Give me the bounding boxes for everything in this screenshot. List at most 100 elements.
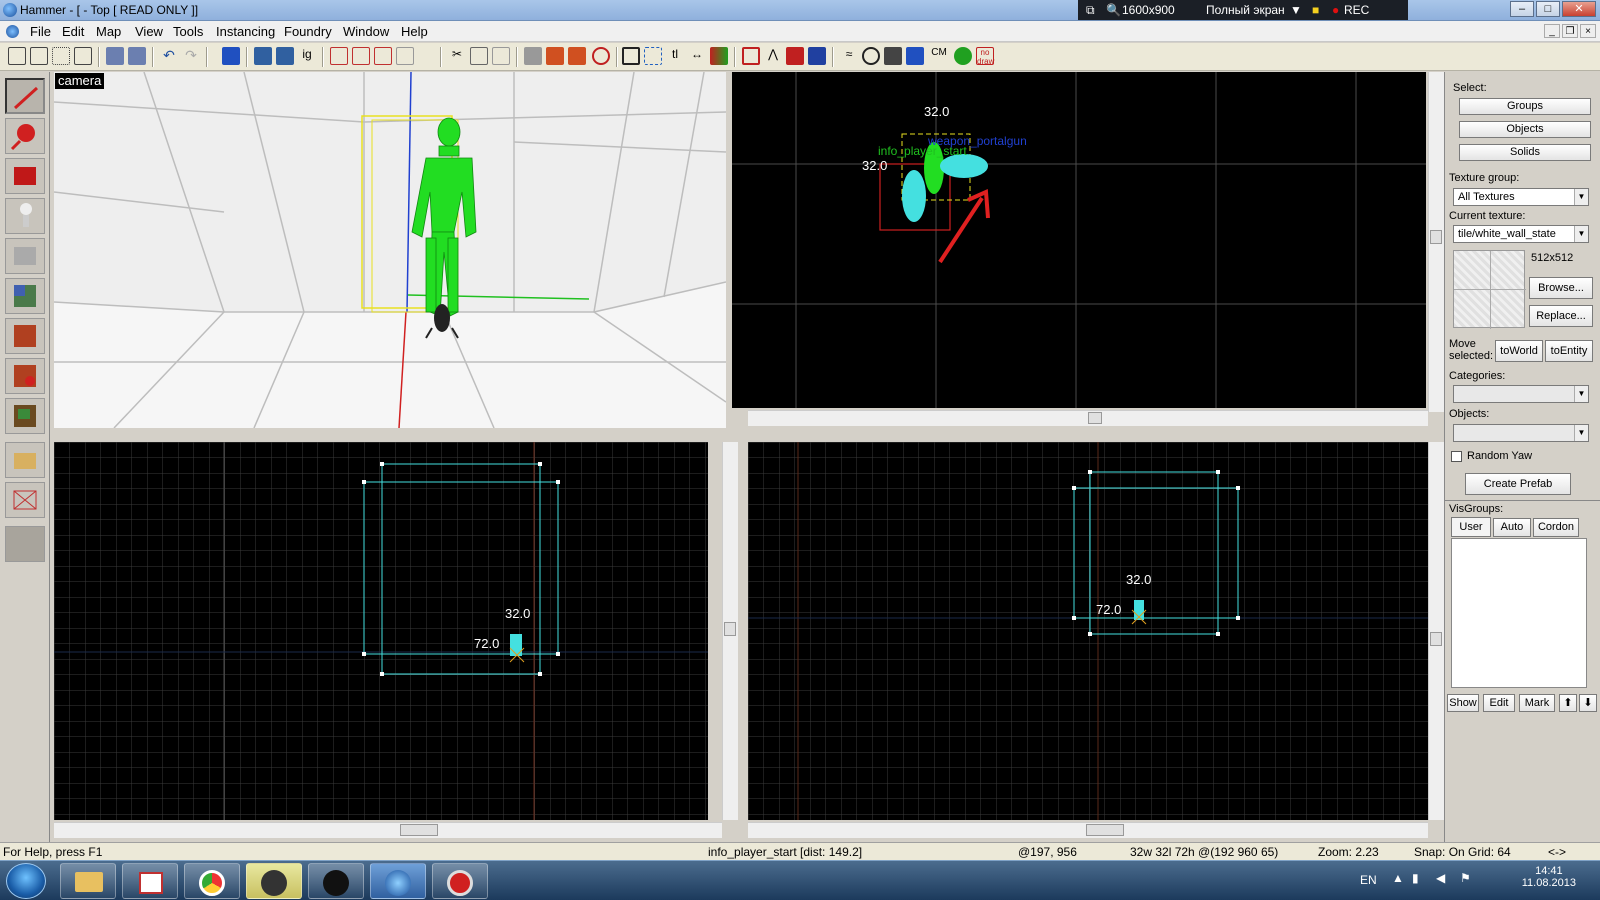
chevron-down-icon[interactable]: ▼ — [1290, 3, 1302, 17]
models-icon[interactable] — [862, 47, 880, 65]
grid-snap-icon[interactable] — [74, 47, 92, 65]
hide-icon[interactable] — [906, 47, 924, 65]
copy-icon[interactable] — [470, 47, 488, 65]
restore-icon[interactable]: ⧉ — [1086, 3, 1095, 18]
side-vscroll[interactable] — [1428, 442, 1444, 820]
menu-map[interactable]: Map — [96, 24, 121, 39]
top-vscroll[interactable] — [1428, 72, 1444, 412]
menu-help[interactable]: Help — [401, 24, 428, 39]
texture-lock-icon[interactable] — [330, 47, 348, 65]
hammer-taskbar-icon[interactable] — [370, 863, 426, 899]
create-prefab-button[interactable]: Create Prefab — [1465, 473, 1571, 495]
mdi-close-icon[interactable]: × — [1580, 24, 1596, 38]
acrobat-taskbar-icon[interactable] — [122, 863, 178, 899]
start-button[interactable] — [6, 863, 46, 899]
grid-toggle-icon[interactable] — [8, 47, 26, 65]
menu-instancing[interactable]: Instancing — [216, 24, 275, 39]
random-yaw-checkbox[interactable] — [1451, 451, 1462, 462]
tray-chevron-icon[interactable]: ▲ — [1392, 871, 1404, 885]
arrow-up-icon[interactable]: ⬆ — [1559, 694, 1577, 712]
menu-tools[interactable]: Tools — [173, 24, 203, 39]
selection-icon[interactable] — [644, 47, 662, 65]
align-icon[interactable] — [396, 47, 414, 65]
grid-3d-icon[interactable] — [30, 47, 48, 65]
solids-button[interactable]: Solids — [1459, 144, 1591, 161]
edit-button[interactable]: Edit — [1483, 694, 1515, 712]
close-icon[interactable]: ✕ — [1562, 1, 1596, 17]
tab-user[interactable]: User — [1451, 517, 1491, 537]
texture-preview[interactable] — [1453, 250, 1526, 329]
tie-entity-icon[interactable] — [276, 47, 294, 65]
carve-icon[interactable] — [222, 47, 240, 65]
decal-tool-icon[interactable] — [5, 358, 45, 394]
language-indicator[interactable]: EN — [1360, 873, 1377, 887]
clipping-tool-icon[interactable] — [5, 442, 45, 478]
tab-auto[interactable]: Auto — [1493, 518, 1531, 537]
group-icon[interactable] — [106, 47, 124, 65]
side-hscroll[interactable] — [748, 822, 1428, 838]
lightmap-icon[interactable] — [884, 47, 902, 65]
to-world-button[interactable]: toWorld — [1495, 340, 1543, 362]
visgroups-list[interactable] — [1451, 538, 1587, 688]
menu-window[interactable]: Window — [343, 24, 389, 39]
chrome-taskbar-icon[interactable] — [184, 863, 240, 899]
text-icon[interactable]: tl — [666, 47, 684, 65]
ignore-groups-icon[interactable]: ig — [298, 47, 316, 65]
menu-foundry[interactable]: Foundry — [284, 24, 332, 39]
menu-edit[interactable]: Edit — [62, 24, 84, 39]
hollow-icon[interactable] — [254, 47, 272, 65]
entity-tool-icon[interactable] — [5, 198, 45, 234]
objects-button[interactable]: Objects — [1459, 121, 1591, 138]
mdi-minimize-icon[interactable]: _ — [1544, 24, 1560, 38]
groups-button[interactable]: Groups — [1459, 98, 1591, 115]
volume-icon[interactable]: ◀ — [1436, 871, 1445, 885]
overlay-tool-icon[interactable] — [5, 398, 45, 434]
brush-icon[interactable] — [568, 47, 586, 65]
selection-tool-icon[interactable] — [5, 78, 45, 114]
magnify-tool-icon[interactable] — [5, 118, 45, 154]
block-tool-icon[interactable] — [5, 238, 45, 274]
recorder-mode[interactable]: Полный экран — [1206, 3, 1285, 17]
mark-button[interactable]: Mark — [1519, 694, 1555, 712]
ungroup-icon[interactable] — [128, 47, 146, 65]
wireframe-icon[interactable] — [786, 47, 804, 65]
recorder-taskbar-icon[interactable] — [432, 863, 488, 899]
undo-icon[interactable]: ↶ — [160, 47, 178, 65]
redo-icon[interactable]: ↷ — [182, 47, 200, 65]
replace-button[interactable]: Replace... — [1529, 305, 1593, 327]
path-tool-icon[interactable] — [5, 526, 45, 562]
visgroup-icon[interactable] — [954, 47, 972, 65]
maximize-icon[interactable]: □ — [1536, 1, 1560, 17]
grid-dots-icon[interactable] — [52, 47, 70, 65]
clip-icon[interactable] — [710, 47, 728, 65]
camera-tool-icon[interactable] — [5, 158, 45, 194]
show-button[interactable]: Show — [1447, 694, 1479, 712]
paste-icon[interactable] — [492, 47, 510, 65]
cut-icon[interactable]: ✂ — [448, 47, 466, 65]
categories-select[interactable]: ▼ — [1453, 385, 1589, 403]
menu-file[interactable]: File — [30, 24, 51, 39]
top-hscroll[interactable] — [748, 410, 1428, 426]
select-box-icon[interactable] — [622, 47, 640, 65]
current-texture-select[interactable]: tile/white_wall_state ▼ — [1453, 225, 1589, 243]
cm-icon[interactable]: CM — [928, 47, 950, 65]
move-icon[interactable]: ↔ — [688, 47, 706, 65]
run-map-icon[interactable] — [592, 47, 610, 65]
mdi-restore-icon[interactable]: ❐ — [1562, 24, 1578, 38]
texture-app-icon[interactable] — [5, 278, 45, 314]
arrow-down-icon[interactable]: ⬇ — [1579, 694, 1597, 712]
menu-view[interactable]: View — [135, 24, 163, 39]
side-viewport[interactable]: 32.0 72.0 — [748, 442, 1428, 820]
path-icon[interactable]: ⋀ — [764, 47, 782, 65]
flag-icon[interactable]: ⚑ — [1460, 871, 1471, 885]
to-entity-button[interactable]: toEntity — [1545, 340, 1593, 362]
explorer-taskbar-icon[interactable] — [60, 863, 116, 899]
minimize-icon[interactable]: – — [1510, 1, 1534, 17]
doc-icon[interactable] — [6, 25, 19, 38]
top-viewport[interactable]: 32.0 32.0 info_player_start weapon_porta… — [732, 72, 1426, 408]
outline-icon[interactable] — [742, 47, 760, 65]
front-viewport[interactable]: 32.0 72.0 — [54, 442, 708, 820]
front-vscroll[interactable] — [722, 442, 738, 820]
camera-viewport[interactable]: camera — [54, 72, 726, 428]
browse-button[interactable]: Browse... — [1529, 277, 1593, 299]
